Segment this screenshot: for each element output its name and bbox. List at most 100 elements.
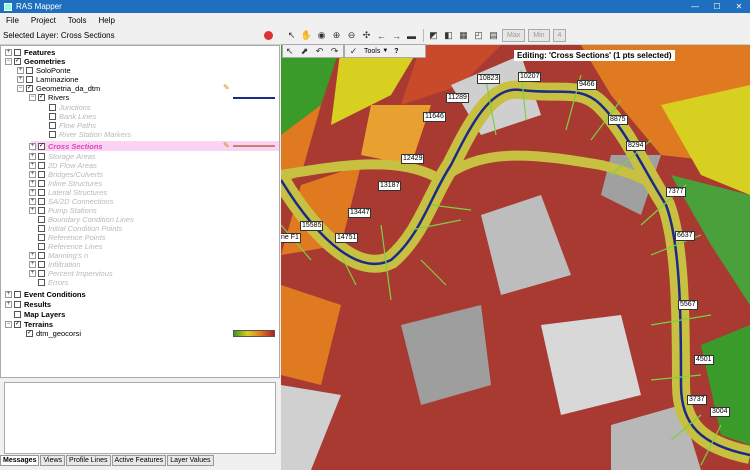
tree-item-lateral[interactable]: + Lateral Structures (29, 188, 107, 197)
menu-tools[interactable]: Tools (68, 16, 87, 25)
collapse-icon[interactable]: − (5, 321, 12, 328)
tree-item-infiltration[interactable]: + Infiltration (29, 260, 81, 269)
tab-profile-lines[interactable]: Profile Lines (66, 455, 111, 466)
expand-icon[interactable]: + (17, 67, 24, 74)
tree-item-event-conditions[interactable]: + Event Conditions (5, 290, 86, 299)
maximize-icon[interactable]: ☐ (706, 0, 728, 13)
forward-arrow-icon[interactable]: → (390, 29, 403, 42)
tree-item-terrains[interactable]: − ✓ Terrains (5, 320, 53, 329)
checkbox[interactable] (26, 76, 33, 83)
pointer-icon[interactable]: ↖ (285, 29, 298, 42)
tree-item-ref-points[interactable]: Reference Points (38, 233, 106, 242)
globe-icon[interactable]: ◉ (315, 29, 328, 42)
expand-icon[interactable]: + (29, 189, 36, 196)
checkbox[interactable]: ✓ (14, 58, 21, 65)
expand-icon[interactable]: + (5, 49, 12, 56)
layers-icon[interactable]: ◰ (472, 29, 485, 42)
checkbox[interactable] (38, 279, 45, 286)
checkbox[interactable] (49, 113, 56, 120)
cross-section-label[interactable]: 11646 (423, 112, 446, 122)
tree-item-errors[interactable]: Errors (38, 278, 68, 287)
tree-item-mannings[interactable]: + Manning's n (29, 251, 88, 260)
zoom-box-icon[interactable]: ▬ (405, 29, 418, 42)
add-point-icon[interactable]: ⬈ (298, 45, 311, 58)
cross-section-label[interactable]: 3004 (710, 407, 730, 417)
tree-item-bank-lines[interactable]: Bank Lines (49, 112, 96, 121)
collapse-icon[interactable]: − (17, 85, 24, 92)
collapse-icon[interactable]: − (29, 94, 36, 101)
checkbox[interactable] (38, 171, 45, 178)
cross-section-label[interactable]: 4501 (694, 355, 714, 365)
checkbox[interactable]: ✓ (14, 321, 21, 328)
expand-icon[interactable]: + (29, 180, 36, 187)
help-button[interactable]: ? (394, 48, 398, 55)
checkbox[interactable] (38, 207, 45, 214)
select-arrow-icon[interactable]: ↖ (283, 45, 296, 58)
tree-item-geometries[interactable]: − ✓ Geometries (5, 57, 65, 66)
animation-icon[interactable]: ▤ (487, 29, 500, 42)
checkbox[interactable] (38, 198, 45, 205)
cross-section-label[interactable]: 6637 (675, 231, 695, 241)
checkbox[interactable] (14, 311, 21, 318)
edit-pencil-icon[interactable]: ✎ (223, 83, 230, 92)
cross-section-label[interactable]: 14751 (335, 233, 359, 243)
tree-item-rivers[interactable]: − ✓ Rivers (29, 93, 69, 102)
checkbox[interactable] (38, 216, 45, 223)
expand-icon[interactable]: + (29, 198, 36, 205)
tools-dropdown[interactable]: Tools (364, 48, 380, 55)
zoom-out-icon[interactable]: ⊖ (345, 29, 358, 42)
tree-item-results[interactable]: + Results (5, 300, 51, 309)
cross-section-label[interactable]: 15585 (300, 221, 324, 231)
back-arrow-icon[interactable]: ← (375, 29, 388, 42)
checkbox[interactable] (14, 291, 21, 298)
min-button[interactable]: Min (528, 29, 550, 42)
cross-section-label[interactable]: 7377 (666, 187, 686, 197)
checkbox[interactable] (38, 153, 45, 160)
tree-item-junctions[interactable]: Junctions (49, 103, 91, 112)
tree-item-pump[interactable]: + Pump Stations (29, 206, 97, 215)
checkbox[interactable] (49, 131, 56, 138)
checkbox[interactable] (26, 67, 33, 74)
checkbox[interactable]: ✓ (38, 94, 45, 101)
expand-icon[interactable]: + (29, 171, 36, 178)
full-extent-icon[interactable]: ✣ (360, 29, 373, 42)
tree-item-inline[interactable]: + Inline Structures (29, 179, 102, 188)
expand-icon[interactable]: + (29, 261, 36, 268)
tree-item-flow-paths[interactable]: Flow Paths (49, 121, 96, 130)
checkbox[interactable] (38, 270, 45, 277)
expand-icon[interactable]: + (29, 153, 36, 160)
cross-section-label[interactable]: 8875 (608, 115, 628, 125)
expand-icon[interactable]: + (29, 207, 36, 214)
cross-section-label[interactable]: 10823 (477, 74, 501, 84)
tree-item-soloponte[interactable]: + SoloPonte (17, 66, 71, 75)
checkbox[interactable] (38, 180, 45, 187)
expand-icon[interactable]: + (17, 76, 24, 83)
cross-section-label[interactable]: 3737 (687, 395, 707, 405)
redo-icon[interactable]: ↷ (328, 45, 341, 58)
checkbox[interactable] (38, 261, 45, 268)
stop-edit-icon[interactable] (264, 31, 273, 40)
tree-item-sa2d[interactable]: + SA/2D Connections (29, 197, 113, 206)
checkbox[interactable] (38, 252, 45, 259)
profile-line-icon[interactable]: ◩ (427, 29, 440, 42)
edit-pencil-icon[interactable]: ✎ (223, 141, 230, 150)
undo-icon[interactable]: ↶ (313, 45, 326, 58)
minimize-icon[interactable]: — (684, 0, 706, 13)
checkbox[interactable] (38, 162, 45, 169)
cross-section-label[interactable]: 10207 (518, 72, 542, 82)
tree-item-bridges[interactable]: + Bridges/Culverts (29, 170, 103, 179)
expand-icon[interactable]: + (5, 291, 12, 298)
map-canvas[interactable]: Editing: 'Cross Sections' (1 pts selecte… (281, 45, 750, 470)
tree-item-river-stationing[interactable]: River Station Markers (49, 130, 131, 139)
menu-file[interactable]: File (6, 16, 19, 25)
tree-item-cross-sections[interactable]: + ✓ Cross Sections (29, 142, 103, 151)
expand-icon[interactable]: + (29, 162, 36, 169)
cross-section-label[interactable]: 9466 (577, 80, 597, 90)
expand-icon[interactable]: + (29, 143, 36, 150)
cross-section-label[interactable]: 12429 (401, 154, 425, 164)
pan-hand-icon[interactable]: ✋ (300, 29, 313, 42)
terrain-map[interactable] (281, 45, 750, 470)
cross-section-label[interactable]: 13447 (348, 208, 372, 218)
checkbox[interactable]: ✓ (38, 143, 45, 150)
chevron-down-icon[interactable]: ▼ (382, 48, 388, 54)
